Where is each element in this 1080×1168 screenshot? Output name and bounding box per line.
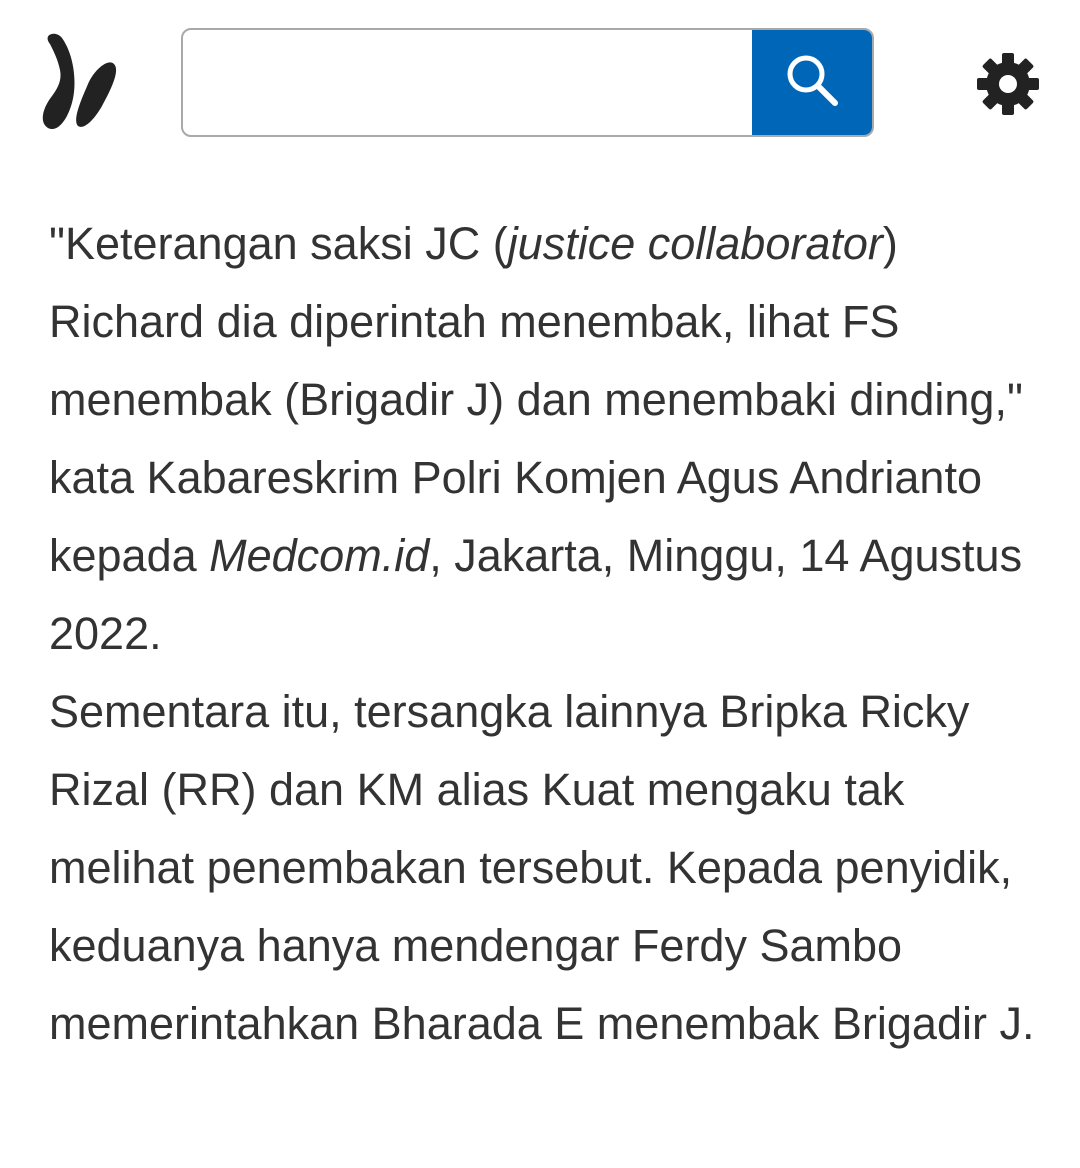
article-paragraph-quote: "Keterangan saksi JC (justice collaborat… bbox=[49, 205, 1039, 673]
quote-term-italic: justice collaborator bbox=[507, 218, 883, 269]
article-paragraph-2: Sementara itu, tersangka lainnya Bripka … bbox=[49, 686, 1035, 1049]
search-button[interactable] bbox=[752, 30, 872, 135]
search-input[interactable] bbox=[183, 30, 755, 135]
article-body: "Keterangan saksi JC (justice collaborat… bbox=[49, 205, 1039, 1063]
source-name-italic: Medcom.id bbox=[209, 530, 430, 581]
quote-text-open: "Keterangan saksi JC ( bbox=[49, 218, 508, 269]
gear-icon[interactable] bbox=[974, 50, 1042, 118]
quote-text-mid: ) Richard dia diperintah menembak, lihat… bbox=[49, 218, 1023, 581]
search-icon bbox=[782, 50, 842, 115]
app-header bbox=[0, 0, 1080, 160]
msn-butterfly-icon[interactable] bbox=[38, 30, 120, 134]
search-box bbox=[181, 28, 874, 137]
